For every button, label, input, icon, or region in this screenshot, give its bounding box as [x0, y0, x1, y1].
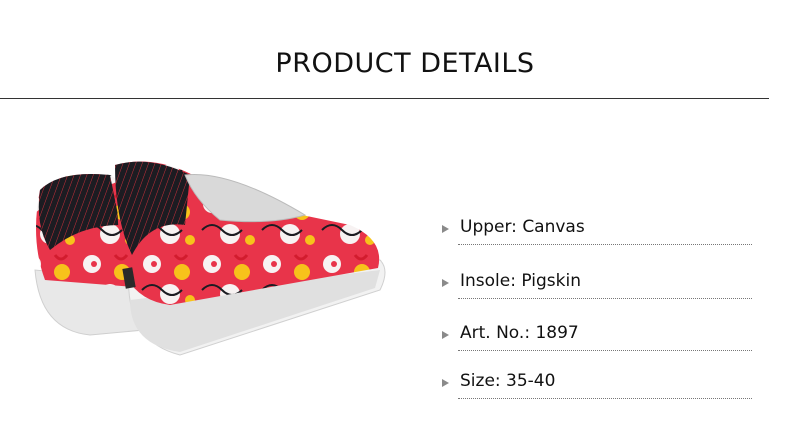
dotted-divider	[458, 298, 752, 299]
spec-value: Canvas	[522, 217, 585, 237]
spec-label: Insole:	[460, 271, 516, 291]
triangle-bullet-icon	[442, 225, 449, 233]
triangle-bullet-icon	[442, 279, 449, 287]
spec-value: 1897	[535, 323, 579, 343]
spec-label: Size:	[460, 371, 501, 391]
spec-insole: Insole: Pigskin	[442, 271, 754, 301]
spec-art-no: Art. No.: 1897	[442, 323, 754, 353]
triangle-bullet-icon	[442, 331, 449, 339]
spec-value: 35-40	[506, 371, 556, 391]
page-title: PRODUCT DETAILS	[275, 48, 535, 79]
spec-label: Upper:	[460, 217, 517, 237]
dotted-divider	[458, 398, 752, 399]
spec-size: Size: 35-40	[442, 371, 754, 401]
dotted-divider	[458, 350, 752, 351]
dotted-divider	[458, 244, 752, 245]
spec-label: Art. No.:	[460, 323, 531, 343]
title-divider	[0, 98, 769, 99]
spec-value: Pigskin	[521, 271, 581, 291]
product-image	[34, 161, 386, 356]
spec-upper: Upper: Canvas	[442, 217, 754, 247]
triangle-bullet-icon	[442, 379, 449, 387]
